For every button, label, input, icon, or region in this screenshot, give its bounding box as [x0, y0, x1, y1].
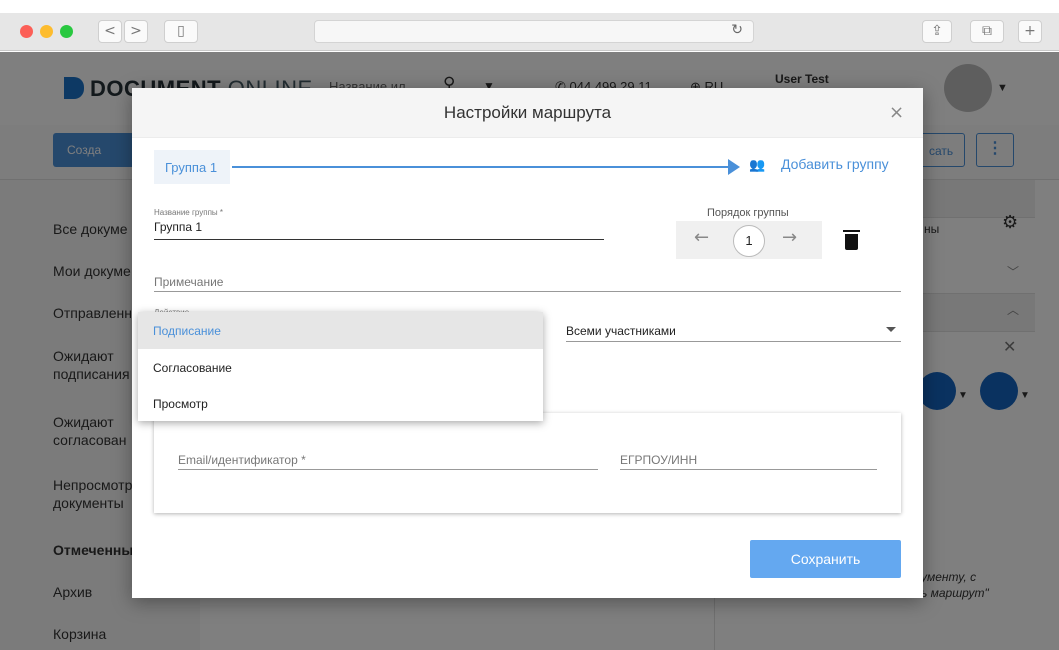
participant-card: Email/идентификатор * ЕГРПОУ/ИНН [154, 413, 901, 513]
share-icon[interactable]: ⇪ [922, 20, 952, 43]
arrow-right-icon [728, 159, 740, 175]
dropdown-option-view[interactable]: Просмотр [138, 385, 543, 422]
modal-title: Настройки маршрута [443, 103, 612, 122]
group-name-underline [154, 239, 604, 240]
note-underline [154, 291, 901, 292]
tabs-icon[interactable]: ⧉ [970, 20, 1004, 43]
sidebar-toggle-icon[interactable]: ▯ [164, 20, 198, 43]
group-name-input[interactable]: Группа 1 [154, 220, 202, 234]
email-underline [178, 469, 598, 470]
close-icon[interactable]: × [889, 102, 904, 123]
minimize-window-button[interactable] [40, 25, 53, 38]
edrpou-underline [620, 469, 877, 470]
browser-toolbar: < > ▯ ↻ ⇪ ⧉ + [0, 13, 1059, 51]
group-name-label: Название группы * [154, 208, 223, 217]
tab-group-1[interactable]: Группа 1 [154, 150, 230, 184]
participants-select[interactable]: Всеми участниками [566, 324, 676, 338]
close-window-button[interactable] [20, 25, 33, 38]
add-group-button[interactable]: 👥 Добавить группу [749, 156, 889, 173]
note-input[interactable]: Примечание [154, 275, 223, 289]
group-order-value: 1 [733, 225, 765, 257]
group-progress-line [232, 166, 730, 168]
edrpou-input[interactable]: ЕГРПОУ/ИНН [620, 453, 697, 467]
arrow-left-icon[interactable]: ← [694, 227, 709, 248]
modal-header: Настройки маршрута × [132, 88, 923, 138]
arrow-right-icon[interactable]: → [782, 227, 797, 248]
group-add-icon: 👥 [749, 158, 766, 173]
trash-icon[interactable] [843, 230, 860, 250]
back-button[interactable]: < [98, 20, 122, 43]
zoom-window-button[interactable] [60, 25, 73, 38]
dropdown-caret-icon[interactable] [886, 327, 896, 332]
dropdown-option-signing[interactable]: Подписание [138, 312, 543, 349]
add-group-label: Добавить группу [781, 156, 889, 172]
group-order-label: Порядок группы [707, 207, 789, 219]
reload-icon[interactable]: ↻ [731, 22, 743, 38]
save-button[interactable]: Сохранить [750, 540, 901, 578]
address-bar[interactable]: ↻ [314, 20, 754, 43]
action-dropdown: Подписание Согласование Просмотр [138, 312, 543, 421]
email-input[interactable]: Email/идентификатор * [178, 453, 306, 467]
forward-button[interactable]: > [124, 20, 148, 43]
participants-underline [566, 341, 901, 342]
dropdown-option-approval[interactable]: Согласование [138, 349, 543, 386]
browser-window: < > ▯ ↻ ⇪ ⧉ + DOCUMENT ONLINE Название и… [0, 0, 1059, 650]
new-tab-button[interactable]: + [1018, 20, 1042, 43]
